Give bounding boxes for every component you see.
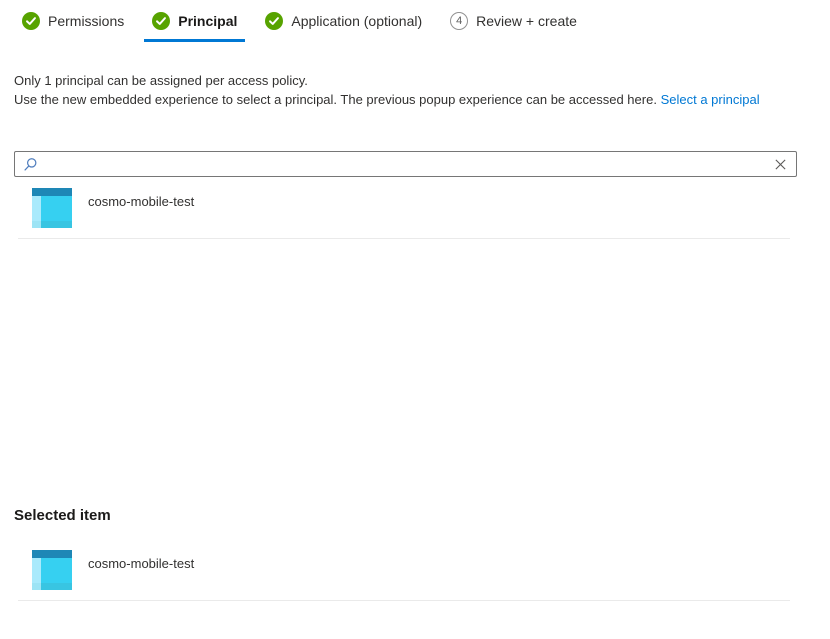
tab-permissions[interactable]: Permissions xyxy=(14,9,132,42)
divider xyxy=(18,600,790,601)
check-circle-icon xyxy=(152,12,170,30)
principal-search-box xyxy=(14,151,797,177)
check-circle-icon xyxy=(265,12,283,30)
tab-principal[interactable]: Principal xyxy=(144,9,245,42)
tab-application-optional[interactable]: Application (optional) xyxy=(257,9,430,42)
wizard-tabbar: Permissions Principal Application (optio… xyxy=(0,0,830,42)
tab-review-create[interactable]: 4 Review + create xyxy=(442,9,585,42)
divider xyxy=(18,238,790,239)
tab-label: Principal xyxy=(178,13,237,29)
principal-name: cosmo-mobile-test xyxy=(88,188,194,209)
tab-label: Application (optional) xyxy=(291,13,422,29)
step-number-icon: 4 xyxy=(450,12,468,30)
selected-item-heading: Selected item xyxy=(14,507,830,524)
application-icon xyxy=(32,188,72,228)
select-a-principal-link[interactable]: Select a principal xyxy=(661,92,760,107)
selected-principal-name: cosmo-mobile-test xyxy=(88,550,194,571)
close-icon xyxy=(774,158,787,171)
description-line1: Only 1 principal can be assigned per acc… xyxy=(14,71,816,90)
description-line2: Use the new embedded experience to selec… xyxy=(14,90,816,109)
application-icon xyxy=(32,550,72,590)
search-icon xyxy=(23,157,38,172)
selected-item-row: cosmo-mobile-test xyxy=(0,550,830,590)
search-input[interactable] xyxy=(44,152,765,176)
principal-result-row[interactable]: cosmo-mobile-test xyxy=(0,188,830,228)
tab-label: Permissions xyxy=(48,13,124,29)
tab-label: Review + create xyxy=(476,13,577,29)
check-circle-icon xyxy=(22,12,40,30)
clear-search-button[interactable] xyxy=(765,152,796,176)
principal-description: Only 1 principal can be assigned per acc… xyxy=(14,71,816,109)
